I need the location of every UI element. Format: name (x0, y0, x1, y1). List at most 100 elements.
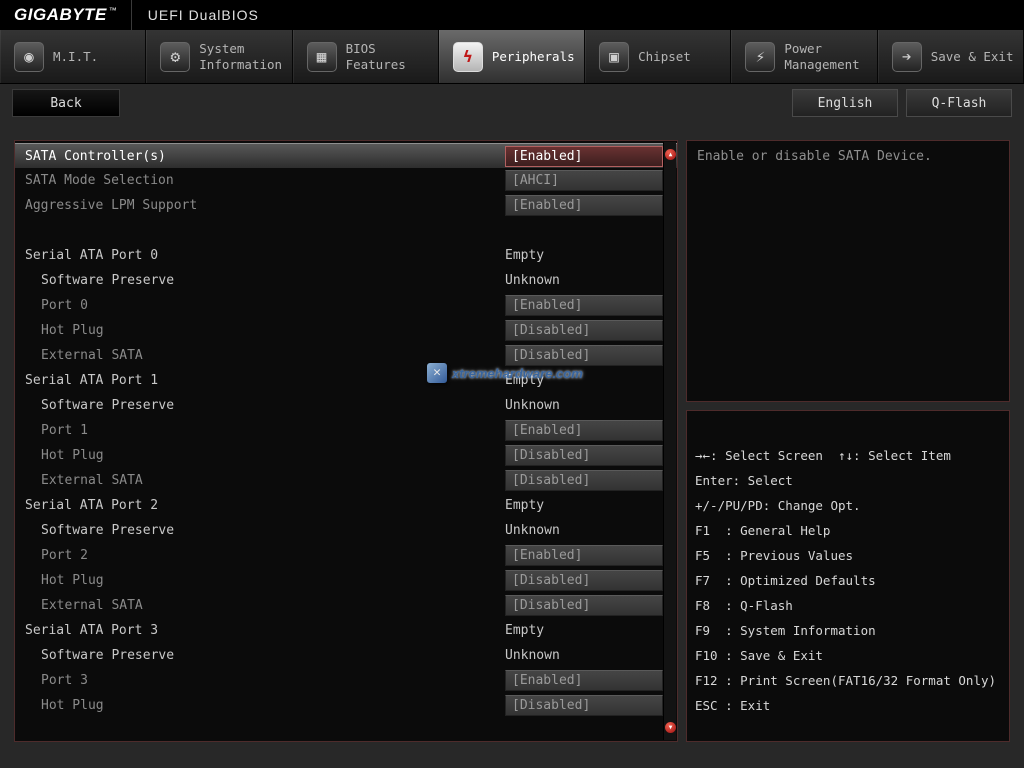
setting-row[interactable]: Serial ATA Port 3 Empty (15, 618, 677, 643)
bios-features-icon: ▦ (307, 42, 337, 72)
setting-label: Serial ATA Port 3 (15, 623, 505, 638)
chipset-icon: ▣ (599, 42, 629, 72)
help-box: Enable or disable SATA Device. (686, 140, 1010, 402)
setting-label: Port 2 (15, 548, 505, 563)
setting-label: Software Preserve (15, 398, 505, 413)
setting-value: Unknown (505, 523, 663, 538)
setting-value[interactable]: [Disabled] (505, 695, 663, 716)
tab-peripherals[interactable]: ϟ Peripherals (439, 30, 585, 83)
setting-value: Unknown (505, 273, 663, 288)
peripherals-icon: ϟ (453, 42, 483, 72)
setting-value: Empty (505, 248, 663, 263)
setting-value[interactable]: [Enabled] (505, 295, 663, 316)
setting-value: Empty (505, 498, 663, 513)
setting-value: Unknown (505, 648, 663, 663)
key-hint: F5 : Previous Values (695, 543, 1001, 568)
setting-value[interactable]: [Disabled] (505, 320, 663, 341)
setting-value: Unknown (505, 398, 663, 413)
setting-value[interactable]: [Enabled] (505, 420, 663, 441)
key-hint: Enter: Select (695, 468, 1001, 493)
setting-row[interactable]: SATA Mode Selection [AHCI] (15, 168, 677, 193)
tab-bios-features[interactable]: ▦ BIOS Features (293, 30, 439, 83)
setting-value[interactable]: [Disabled] (505, 445, 663, 466)
tab-label: System Information (199, 41, 282, 72)
setting-label: Serial ATA Port 1 (15, 373, 505, 388)
setting-row[interactable]: External SATA [Disabled] (15, 468, 677, 493)
setting-label: Hot Plug (15, 448, 505, 463)
setting-value[interactable]: [Disabled] (505, 470, 663, 491)
row-spacer (15, 218, 677, 243)
setting-label: SATA Controller(s) (15, 149, 505, 164)
setting-label: Port 0 (15, 298, 505, 313)
tab-label: Peripherals (492, 49, 575, 65)
setting-label: External SATA (15, 473, 505, 488)
setting-row[interactable]: Serial ATA Port 1 Empty (15, 368, 677, 393)
setting-row[interactable]: Hot Plug [Disabled] (15, 568, 677, 593)
tab-m-i-t[interactable]: ◉ M.I.T. (0, 30, 146, 83)
setting-row[interactable]: Software Preserve Unknown (15, 268, 677, 293)
setting-value[interactable]: [Disabled] (505, 345, 663, 366)
setting-row[interactable]: Aggressive LPM Support [Enabled] (15, 193, 677, 218)
key-hint: F12 : Print Screen(FAT16/32 Format Only) (695, 668, 1001, 693)
setting-row[interactable]: Port 1 [Enabled] (15, 418, 677, 443)
setting-label: External SATA (15, 598, 505, 613)
key-hint: F8 : Q-Flash (695, 593, 1001, 618)
settings-panel: SATA Controller(s) [Enabled] SATA Mode S… (14, 140, 678, 742)
key-legend: →←: Select Screen ↑↓: Select ItemEnter: … (686, 410, 1010, 742)
system-information-icon: ⚙ (160, 42, 190, 72)
key-hint: ESC : Exit (695, 693, 1001, 718)
setting-row[interactable]: External SATA [Disabled] (15, 593, 677, 618)
top-header: GIGABYTE ™ UEFI DualBIOS (0, 0, 1024, 30)
qflash-button[interactable]: Q-Flash (906, 89, 1012, 117)
back-button[interactable]: Back (12, 89, 120, 117)
tab-system-information[interactable]: ⚙ System Information (146, 30, 292, 83)
setting-row[interactable]: SATA Controller(s) [Enabled] (15, 143, 677, 168)
setting-value[interactable]: [Enabled] (505, 545, 663, 566)
tab-bar: ◉ M.I.T. ⚙ System Information ▦ BIOS Fea… (0, 30, 1024, 84)
setting-label: Hot Plug (15, 573, 505, 588)
scroll-up-icon[interactable]: ▲ (665, 149, 676, 160)
english-button[interactable]: English (792, 89, 898, 117)
setting-row[interactable]: Software Preserve Unknown (15, 393, 677, 418)
setting-value[interactable]: [Disabled] (505, 570, 663, 591)
scrollbar[interactable]: ▲ ▼ (663, 142, 676, 740)
setting-row[interactable]: External SATA [Disabled] (15, 343, 677, 368)
setting-label: Hot Plug (15, 698, 505, 713)
tab-label: Save & Exit (931, 49, 1014, 65)
key-hint: F10 : Save & Exit (695, 643, 1001, 668)
mit-icon: ◉ (14, 42, 44, 72)
setting-row[interactable]: Port 3 [Enabled] (15, 668, 677, 693)
key-hint: F1 : General Help (695, 518, 1001, 543)
scroll-down-icon[interactable]: ▼ (665, 722, 676, 733)
setting-label: Port 3 (15, 673, 505, 688)
setting-value[interactable]: [Enabled] (505, 146, 663, 167)
setting-label: Software Preserve (15, 273, 505, 288)
tab-chipset[interactable]: ▣ Chipset (585, 30, 731, 83)
main-content: SATA Controller(s) [Enabled] SATA Mode S… (14, 140, 1010, 742)
setting-value[interactable]: [AHCI] (505, 170, 663, 191)
bios-screen: GIGABYTE ™ UEFI DualBIOS ◉ M.I.T. ⚙ Syst… (0, 0, 1024, 768)
setting-value[interactable]: [Enabled] (505, 670, 663, 691)
setting-row[interactable]: Software Preserve Unknown (15, 643, 677, 668)
firmware-title: UEFI DualBIOS (148, 7, 259, 23)
setting-row[interactable]: Hot Plug [Disabled] (15, 443, 677, 468)
tab-label: Chipset (638, 49, 691, 65)
setting-value[interactable]: [Enabled] (505, 195, 663, 216)
setting-label: Serial ATA Port 2 (15, 498, 505, 513)
toolbar: Back English Q-Flash (0, 88, 1024, 118)
setting-row[interactable]: Hot Plug [Disabled] (15, 318, 677, 343)
setting-row[interactable]: Serial ATA Port 2 Empty (15, 493, 677, 518)
help-text: Enable or disable SATA Device. (697, 149, 999, 164)
header-divider (131, 0, 132, 30)
save-exit-icon: ➔ (892, 42, 922, 72)
setting-label: Port 1 (15, 423, 505, 438)
setting-row[interactable]: Port 0 [Enabled] (15, 293, 677, 318)
setting-row[interactable]: Software Preserve Unknown (15, 518, 677, 543)
tab-save-exit[interactable]: ➔ Save & Exit (878, 30, 1024, 83)
setting-label: Hot Plug (15, 323, 505, 338)
setting-row[interactable]: Port 2 [Enabled] (15, 543, 677, 568)
setting-row[interactable]: Hot Plug [Disabled] (15, 693, 677, 718)
tab-power-management[interactable]: ⚡ Power Management (731, 30, 877, 83)
setting-row[interactable]: Serial ATA Port 0 Empty (15, 243, 677, 268)
setting-value[interactable]: [Disabled] (505, 595, 663, 616)
